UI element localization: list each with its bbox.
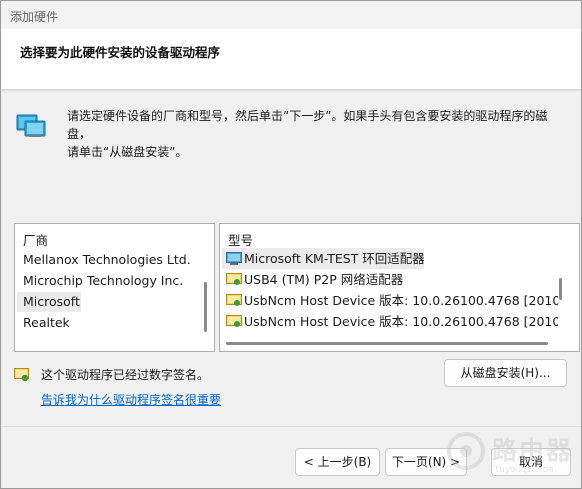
instruction-text: 请选定硬件设备的厂商和型号，然后单击“下一步”。如果手头有包含要安装的驱动程序的…: [67, 107, 567, 161]
cancel-button[interactable]: 取消: [491, 448, 571, 476]
header-divider: [1, 90, 581, 91]
manufacturer-scrollbar[interactable]: [204, 282, 207, 332]
next-button[interactable]: 下一页(N) >: [385, 448, 467, 476]
back-button[interactable]: < 上一步(B): [295, 448, 380, 476]
model-horizontal-scrollbar[interactable]: [226, 342, 548, 345]
network-adapter-icon: [226, 252, 242, 265]
add-hardware-dialog: 添加硬件 选择要为此硬件安装的设备驱动程序 请选定硬件设备的厂商和型号，然后单击…: [0, 0, 582, 489]
window-title: 添加硬件: [10, 10, 59, 24]
signed-driver-icon: [226, 315, 242, 327]
model-item-usbncm-1[interactable]: UsbNcm Host Device 版本: 10.0.26100.4768 […: [222, 290, 558, 311]
manufacturer-header: 厂商: [23, 233, 49, 248]
hardware-icon: [16, 114, 46, 137]
footer-divider: [1, 426, 581, 427]
instruction-line-2: 请单击“从磁盘安装”。: [67, 145, 188, 159]
manufacturer-item-mellanox[interactable]: Mellanox Technologies Ltd.: [17, 250, 203, 270]
signed-driver-icon: [14, 368, 29, 382]
signature-info-link[interactable]: 告诉我为什么驱动程序签名很重要: [41, 391, 221, 408]
manufacturer-item-realtek[interactable]: Realtek: [17, 313, 203, 333]
model-vertical-scrollbar[interactable]: [559, 278, 562, 300]
signed-driver-icon: [226, 273, 242, 285]
signed-driver-icon: [226, 294, 242, 306]
wizard-header: 选择要为此硬件安装的设备驱动程序: [1, 29, 581, 90]
have-disk-button[interactable]: 从磁盘安装(H)...: [444, 359, 567, 387]
title-bar: 添加硬件: [1, 1, 581, 29]
model-item-usb4-p2p[interactable]: USB4 (TM) P2P 网络适配器: [222, 269, 558, 290]
signature-status: 这个驱动程序已经过数字签名。: [41, 368, 210, 382]
model-item-label: Microsoft KM-TEST 环回适配器: [244, 251, 424, 266]
model-header: 型号: [228, 233, 254, 248]
manufacturer-item-microchip[interactable]: Microchip Technology Inc.: [17, 271, 203, 291]
model-item-label: USB4 (TM) P2P 网络适配器: [244, 272, 404, 287]
model-item-usbncm-2[interactable]: UsbNcm Host Device 版本: 10.0.26100.4768 […: [222, 311, 558, 332]
manufacturer-item-microsoft[interactable]: Microsoft: [17, 292, 81, 312]
manufacturer-list[interactable]: 厂商 Mellanox Technologies Ltd. Microchip …: [14, 223, 215, 352]
model-item-km-test[interactable]: Microsoft KM-TEST 环回适配器: [222, 248, 424, 269]
model-list[interactable]: 型号 Microsoft KM-TEST 环回适配器 USB4 (TM) P2P…: [219, 223, 580, 352]
instruction-line-1: 请选定硬件设备的厂商和型号，然后单击“下一步”。如果手头有包含要安装的驱动程序的…: [67, 109, 548, 141]
page-title: 选择要为此硬件安装的设备驱动程序: [20, 45, 221, 60]
model-item-label: UsbNcm Host Device 版本: 10.0.26100.4768 […: [244, 293, 558, 308]
model-item-label: UsbNcm Host Device 版本: 10.0.26100.4768 […: [244, 314, 558, 329]
